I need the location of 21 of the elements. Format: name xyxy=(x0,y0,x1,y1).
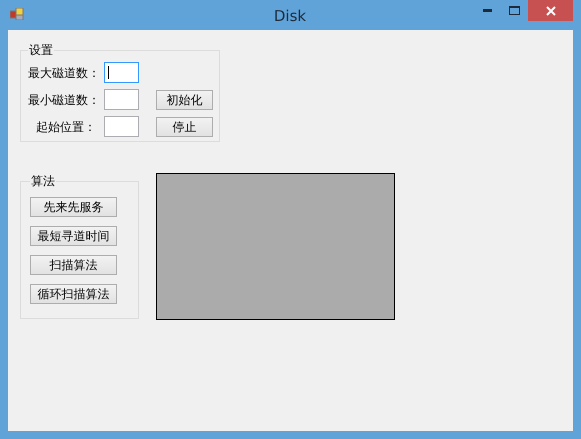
app-icon xyxy=(10,8,24,20)
algorithm-button[interactable]: 循环扫描算法 xyxy=(30,284,117,304)
maximize-icon xyxy=(509,6,520,15)
close-icon xyxy=(546,6,556,16)
group-title: 算法 xyxy=(30,173,56,190)
field-label: 起始位置： xyxy=(35,118,96,136)
input-field[interactable] xyxy=(104,62,139,83)
algorithm-button[interactable]: 先来先服务 xyxy=(30,197,117,217)
group-title: 设置 xyxy=(28,42,54,59)
action-button[interactable]: 初始化 xyxy=(156,90,213,110)
input-field[interactable] xyxy=(104,89,139,110)
algorithm-button[interactable]: 最短寻道时间 xyxy=(30,226,117,246)
close-button[interactable] xyxy=(528,0,573,21)
action-button[interactable]: 停止 xyxy=(156,116,213,136)
window-title: Disk xyxy=(272,6,308,27)
input-field[interactable] xyxy=(104,116,139,137)
field-label: 最小磁道数： xyxy=(28,92,96,108)
text-cursor xyxy=(108,66,109,79)
minimize-icon xyxy=(483,9,492,12)
field-label: 最大磁道数： xyxy=(28,64,96,82)
algorithm-button[interactable]: 扫描算法 xyxy=(30,255,117,275)
